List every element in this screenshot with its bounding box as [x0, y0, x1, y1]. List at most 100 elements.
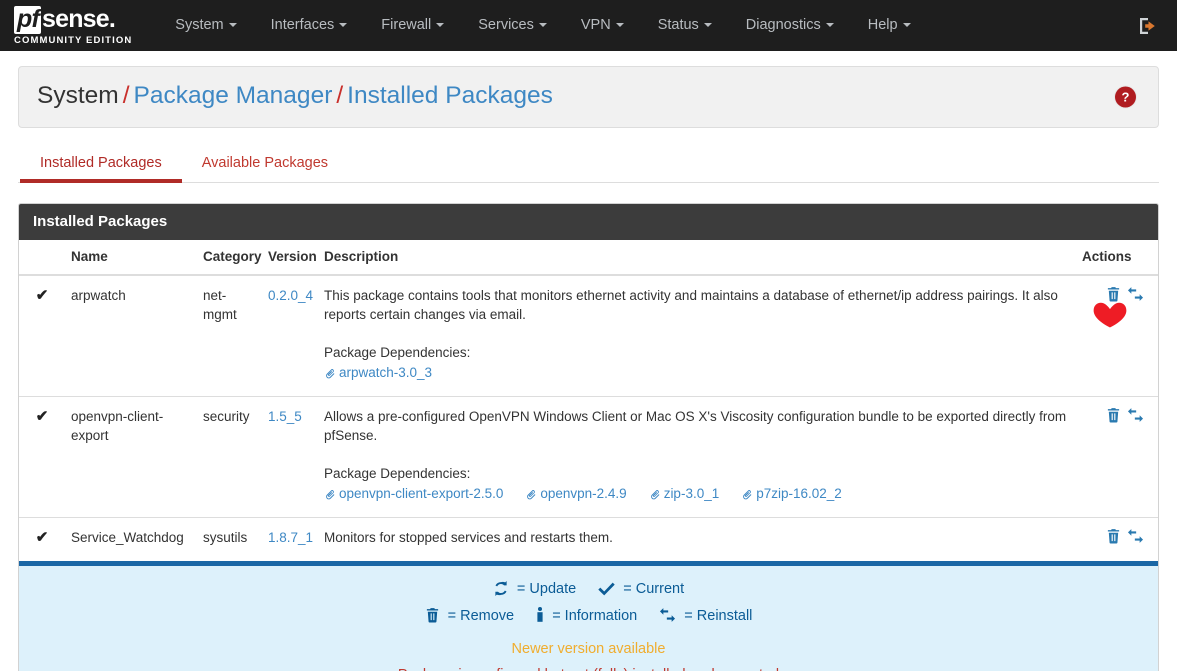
- legend-footer: = Update = Current = Remove = Informatio…: [19, 561, 1158, 671]
- paperclip-icon: [525, 486, 537, 505]
- legend-current: = Current: [598, 581, 684, 600]
- breadcrumb-separator: /: [336, 82, 344, 109]
- nav-item-status[interactable]: Status: [641, 0, 729, 51]
- nav-item-vpn[interactable]: VPN: [564, 0, 641, 51]
- update-icon: [493, 581, 509, 600]
- package-version-cell: 1.5_5: [262, 396, 318, 518]
- legend-information-label: = Information: [552, 608, 638, 624]
- breadcrumb-bar: System / Package Manager / Installed Package…: [18, 66, 1159, 128]
- package-version-link[interactable]: 0.2.0_4: [268, 288, 313, 303]
- trash-icon: [425, 607, 440, 627]
- row-action-icons: [1093, 286, 1144, 328]
- package-name: openvpn-client-export: [65, 396, 197, 518]
- breadcrumb-link-package-manager[interactable]: Package Manager: [134, 82, 333, 109]
- nav-label: Status: [657, 17, 699, 33]
- dependencies-label: Package Dependencies:: [324, 345, 471, 360]
- package-name: Service_Watchdog: [65, 517, 197, 561]
- dependency-link[interactable]: zip-3.0_1: [649, 486, 720, 501]
- nav-label: Services: [478, 17, 534, 33]
- package-category: net-mgmt: [203, 288, 237, 322]
- legend-note-newer-version: Newer version available: [511, 641, 666, 657]
- row-actions-cell: [1076, 396, 1158, 518]
- package-category: security: [197, 396, 262, 518]
- legend-remove-label: = Remove: [447, 608, 515, 624]
- breadcrumb-separator: /: [122, 82, 130, 109]
- dependency-name: arpwatch-3.0_3: [339, 365, 433, 380]
- brand-pf-mark: pf: [14, 5, 41, 34]
- breadcrumb: System / Package Manager / Installed Package…: [37, 81, 553, 111]
- package-description-cell: Allows a pre-configured OpenVPN Windows …: [318, 396, 1076, 518]
- row-actions-cell: [1076, 275, 1158, 397]
- table-row: ✔ Service_Watchdog sysutils 1.8.7_1 Moni…: [19, 517, 1158, 561]
- nav-item-diagnostics[interactable]: Diagnostics: [729, 0, 851, 51]
- chevron-down-icon: [902, 23, 911, 27]
- nav-item-firewall[interactable]: Firewall: [364, 0, 461, 51]
- nav-menu: System Interfaces Firewall Services VPN …: [158, 0, 927, 51]
- row-status-cell: ✔: [19, 517, 65, 561]
- tab-available-packages[interactable]: Available Packages: [182, 145, 348, 182]
- package-version-cell: 0.2.0_4: [262, 275, 318, 397]
- remove-icon[interactable]: [1106, 286, 1121, 302]
- reinstall-icon[interactable]: [1127, 528, 1144, 544]
- dependency-name: p7zip-16.02_2: [756, 486, 842, 501]
- check-icon: [598, 582, 615, 600]
- nav-label: Interfaces: [270, 17, 335, 33]
- legend-reinstall-label: = Reinstall: [684, 608, 753, 624]
- reinstall-icon: [659, 607, 676, 627]
- red-heart-cursor-annotation: [1093, 302, 1127, 328]
- paperclip-icon: [324, 486, 336, 505]
- column-header-description: Description: [318, 240, 1076, 276]
- row-actions-cell: [1076, 517, 1158, 561]
- legend-reinstall: = Reinstall: [659, 607, 752, 627]
- dependency-link[interactable]: openvpn-2.4.9: [525, 486, 627, 501]
- paperclip-icon: [741, 486, 753, 505]
- nav-label: Diagnostics: [745, 17, 821, 33]
- help-icon[interactable]: ?: [1115, 86, 1136, 108]
- column-header-category: Category: [197, 240, 262, 276]
- brand-subtitle: COMMUNITY EDITION: [14, 34, 133, 46]
- breadcrumb-link-installed-packages[interactable]: Installed Packages: [347, 82, 553, 109]
- package-description: This package contains tools that monitor…: [324, 288, 1058, 322]
- dependency-link[interactable]: arpwatch-3.0_3: [324, 365, 432, 380]
- dependency-link[interactable]: openvpn-client-export-2.5.0: [324, 486, 503, 501]
- page-body: System / Package Manager / Installed Package…: [0, 66, 1177, 671]
- nav-item-interfaces[interactable]: Interfaces: [254, 0, 365, 51]
- nav-item-services[interactable]: Services: [461, 0, 564, 51]
- package-version-link[interactable]: 1.5_5: [268, 409, 302, 424]
- row-action-icons: [1106, 528, 1144, 544]
- brand-sense-text: sense: [42, 4, 110, 33]
- chevron-down-icon: [436, 23, 445, 27]
- nav-label: VPN: [580, 17, 611, 33]
- top-navbar: pf sense. COMMUNITY EDITION System Interf…: [0, 0, 1177, 51]
- logout-icon[interactable]: [1137, 15, 1159, 37]
- nav-item-help[interactable]: Help: [851, 0, 928, 51]
- remove-icon[interactable]: [1106, 528, 1121, 544]
- installed-packages-table: Name Category Version Description Action…: [19, 240, 1158, 561]
- row-status-cell: ✔: [19, 275, 65, 397]
- reinstall-icon[interactable]: [1127, 286, 1144, 302]
- remove-icon[interactable]: [1106, 407, 1121, 423]
- package-version-link[interactable]: 1.8.7_1: [268, 530, 313, 545]
- dependencies-label: Package Dependencies:: [324, 466, 471, 481]
- package-description-cell: This package contains tools that monitor…: [318, 275, 1076, 397]
- legend-remove: = Remove: [425, 607, 515, 627]
- installed-packages-panel: Installed Packages Name Category Version…: [18, 203, 1159, 671]
- pfsense-logo[interactable]: pf sense. COMMUNITY EDITION: [14, 4, 133, 46]
- check-icon: ✔: [35, 529, 49, 546]
- nav-item-system[interactable]: System: [158, 0, 253, 51]
- column-header-name: Name: [65, 240, 197, 276]
- column-header-version: Version: [262, 240, 318, 276]
- legend-note-not-installed: Package is configured but not (fully) in…: [29, 657, 1148, 671]
- nav-label: Firewall: [381, 17, 432, 33]
- dependency-link[interactable]: p7zip-16.02_2: [741, 486, 842, 501]
- reinstall-icon[interactable]: [1127, 407, 1144, 423]
- legend-update: = Update: [493, 581, 576, 600]
- row-status-cell: ✔: [19, 396, 65, 518]
- tab-installed-packages[interactable]: Installed Packages: [20, 145, 182, 183]
- dependency-name: zip-3.0_1: [663, 486, 720, 501]
- column-header-actions: Actions: [1076, 240, 1158, 276]
- chevron-down-icon: [339, 23, 348, 27]
- chevron-down-icon: [615, 23, 624, 27]
- table-header-row: Name Category Version Description Action…: [19, 240, 1158, 276]
- chevron-down-icon: [825, 23, 834, 27]
